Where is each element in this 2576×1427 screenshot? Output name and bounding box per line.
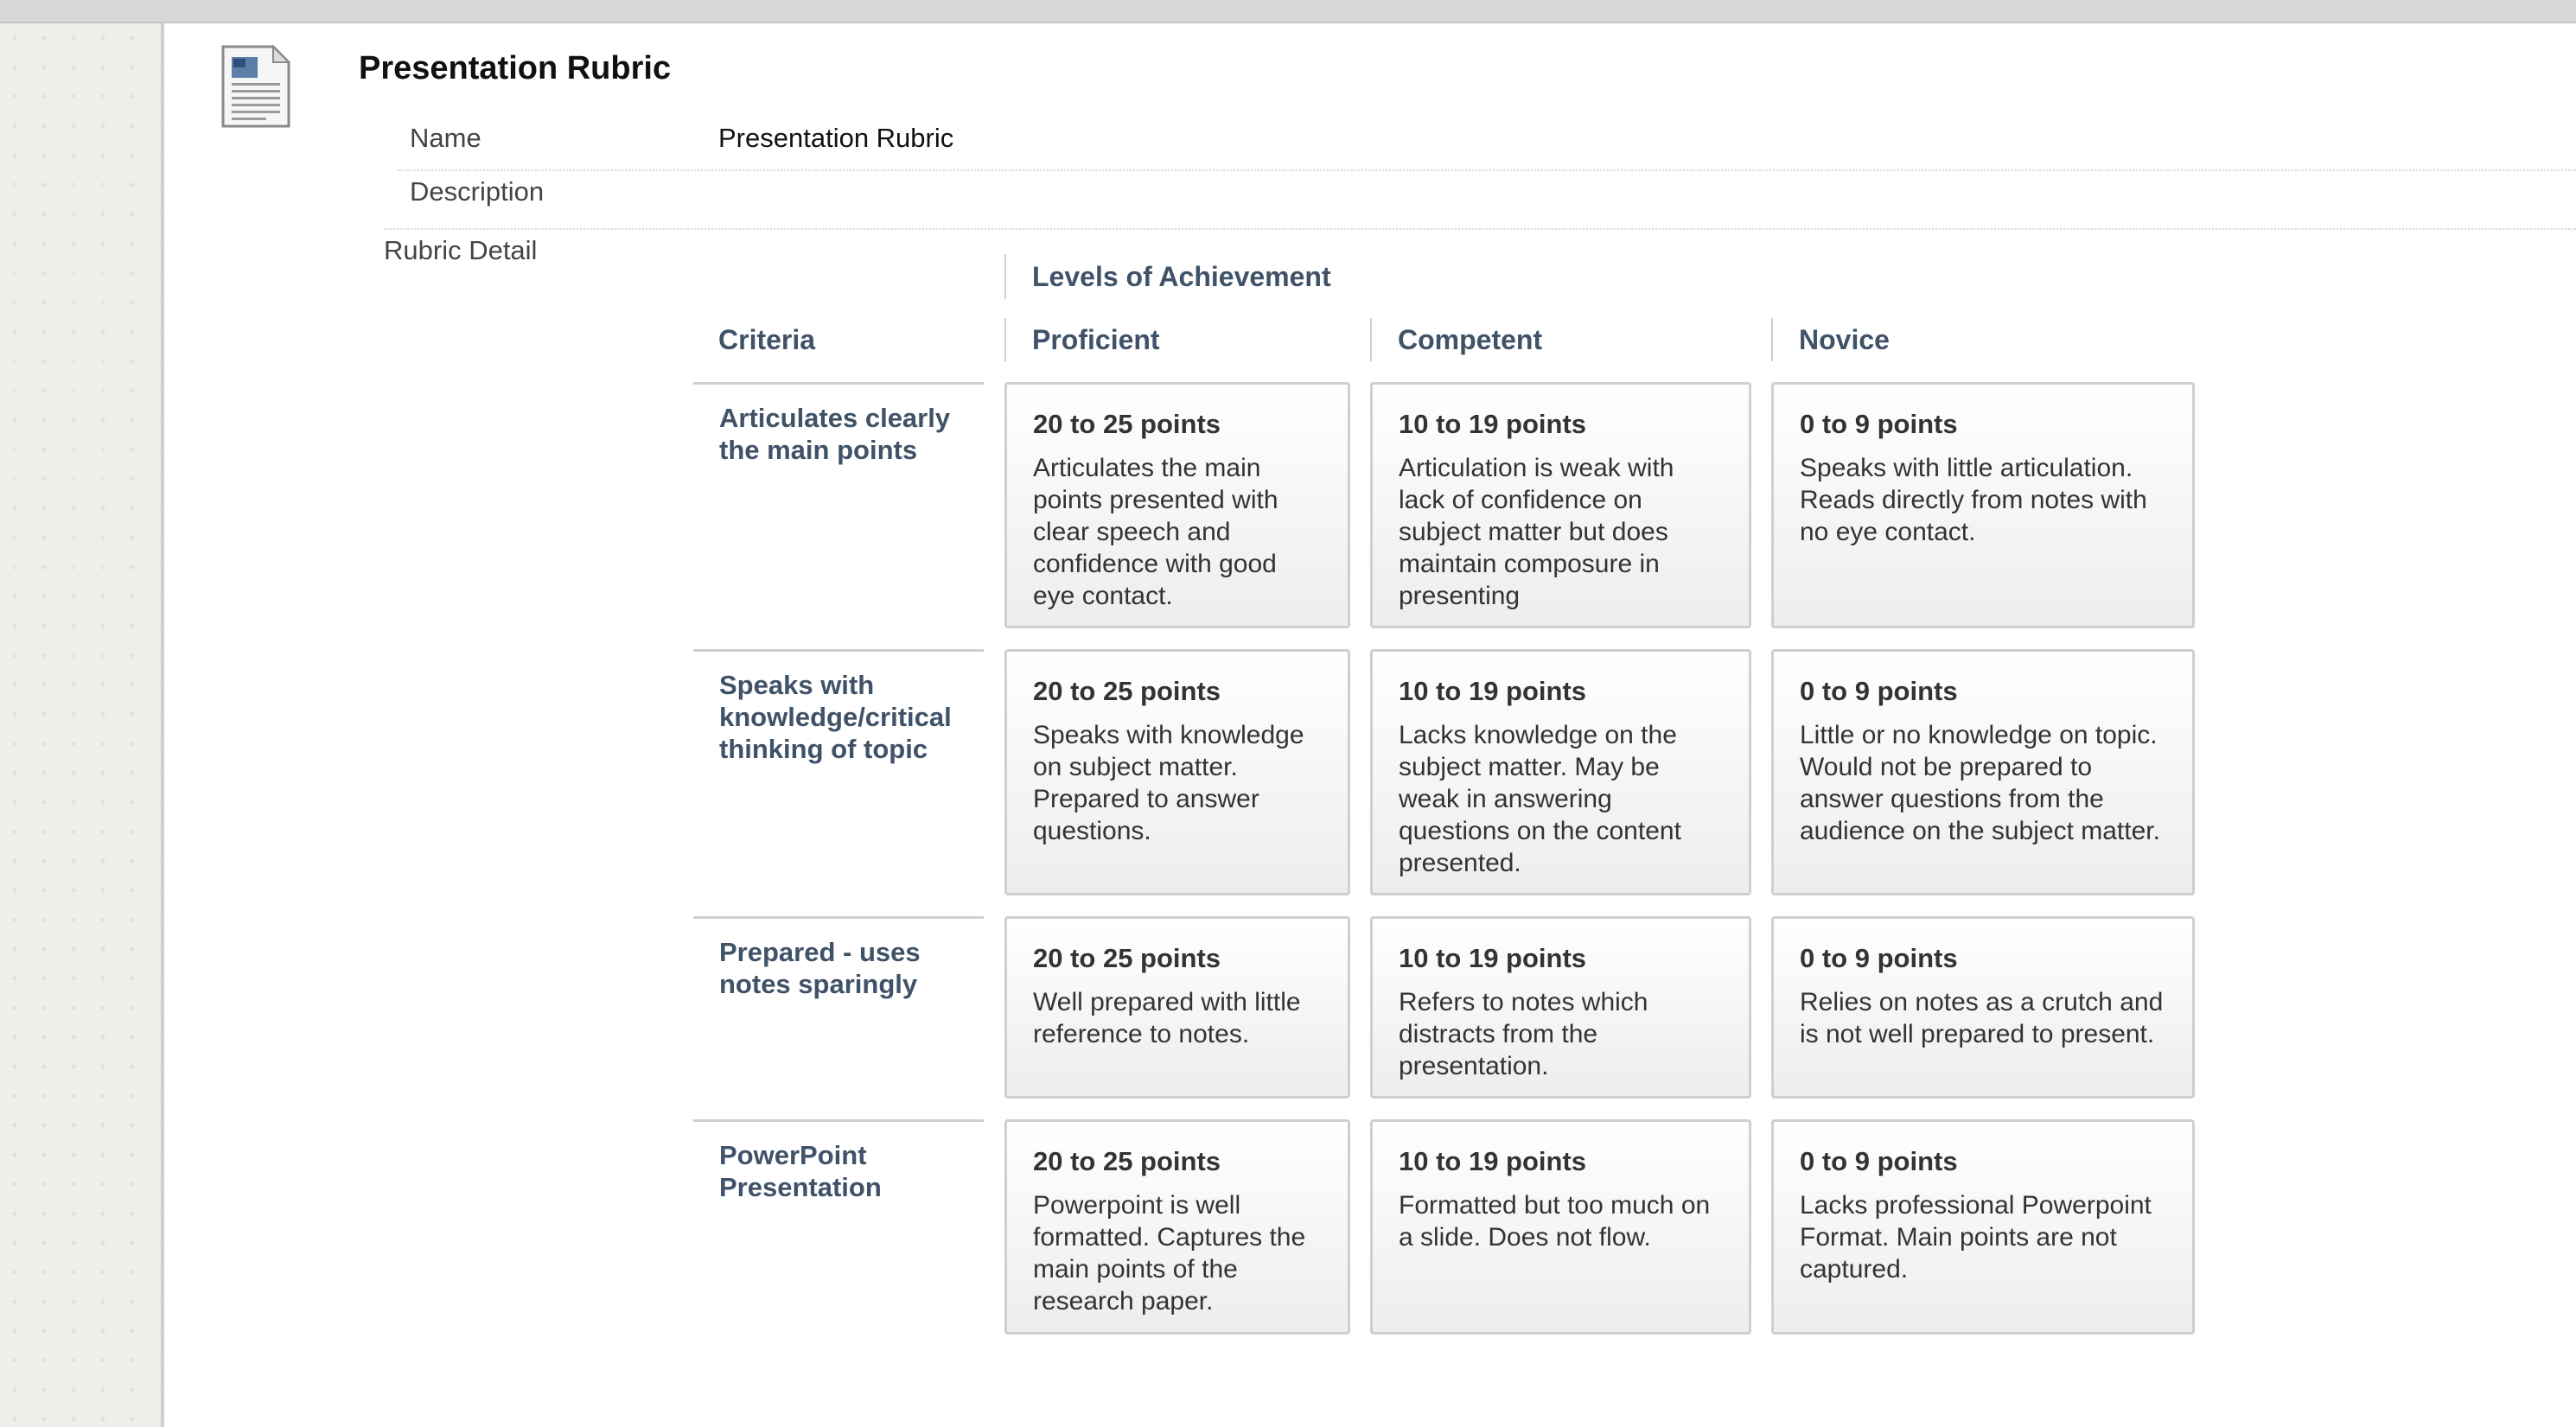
rubric-cell: 20 to 25 points Powerpoint is well forma… (1004, 1119, 1350, 1335)
rubric-cell: 0 to 9 points Speaks with little articul… (1771, 382, 2195, 628)
cell-description: Well prepared with little reference to n… (1033, 988, 1301, 1048)
criterion-articulates-clearly: Articulates clearly the main points (693, 382, 984, 627)
competent-column-header: Competent (1370, 318, 1542, 361)
criterion-prepared-uses-notes: Prepared - uses notes sparingly (693, 916, 984, 1098)
criterion-speaks-with-knowledge: Speaks with knowledge/critical thinking … (693, 649, 984, 895)
rubric-cell: 0 to 9 points Relies on notes as a crutc… (1771, 916, 2195, 1099)
cell-description: Refers to notes which distracts from the… (1399, 988, 1648, 1080)
rubric-cell: 10 to 19 points Articulation is weak wit… (1370, 382, 1751, 628)
cell-description: Speaks with knowledge on subject matter.… (1033, 721, 1304, 845)
novice-column-header: Novice (1771, 318, 1890, 361)
cell-description: Lacks knowledge on the subject matter. M… (1399, 721, 1681, 877)
rubric-cell: 10 to 19 points Refers to notes which di… (1370, 916, 1751, 1099)
description-row: Description (384, 169, 2576, 230)
left-sidebar-panel (0, 23, 164, 1427)
cell-points: 20 to 25 points (1033, 676, 1221, 706)
cell-description: Lacks professional Powerpoint Format. Ma… (1800, 1191, 2152, 1284)
cell-description: Little or no knowledge on topic. Would n… (1800, 721, 2160, 845)
cell-description: Formatted but too much on a slide. Does … (1399, 1191, 1711, 1252)
name-value: Presentation Rubric (718, 123, 954, 153)
cell-points: 20 to 25 points (1033, 409, 1221, 439)
cell-points: 10 to 19 points (1399, 676, 1587, 706)
window-top-bar (0, 0, 2576, 23)
page-title: Presentation Rubric (359, 50, 672, 86)
criteria-column-header: Criteria (718, 324, 816, 355)
rubric-cell: 20 to 25 points Speaks with knowledge on… (1004, 649, 1350, 895)
rubric-cell: 20 to 25 points Well prepared with littl… (1004, 916, 1350, 1099)
document-icon (221, 44, 291, 128)
name-label: Name (410, 123, 481, 153)
cell-points: 0 to 9 points (1800, 943, 1958, 973)
cell-description: Articulation is weak with lack of confid… (1399, 454, 1674, 610)
name-row: Name Presentation Rubric (398, 116, 2576, 171)
cell-description: Speaks with little articulation. Reads d… (1800, 454, 2147, 546)
cell-points: 10 to 19 points (1399, 409, 1587, 439)
cell-points: 20 to 25 points (1033, 943, 1221, 973)
cell-description: Powerpoint is well formatted. Captures t… (1033, 1191, 1306, 1316)
cell-points: 0 to 9 points (1800, 409, 1958, 439)
rubric-cell: 0 to 9 points Lacks professional Powerpo… (1771, 1119, 2195, 1335)
cell-points: 10 to 19 points (1399, 943, 1587, 973)
cell-description: Relies on notes as a crutch and is not w… (1800, 988, 2164, 1048)
proficient-column-header: Proficient (1004, 318, 1160, 361)
cell-description: Articulates the main points presented wi… (1033, 454, 1278, 610)
cell-points: 0 to 9 points (1800, 1146, 1958, 1176)
rubric-cell: 10 to 19 points Formatted but too much o… (1370, 1119, 1751, 1335)
levels-of-achievement-header: Levels of Achievement (1004, 254, 1331, 299)
cell-points: 20 to 25 points (1033, 1146, 1221, 1176)
cell-points: 10 to 19 points (1399, 1146, 1587, 1176)
description-label: Description (410, 176, 545, 207)
rubric-cell: 20 to 25 points Articulates the main poi… (1004, 382, 1350, 628)
rubric-cell: 0 to 9 points Little or no knowledge on … (1771, 649, 2195, 895)
cell-points: 0 to 9 points (1800, 676, 1958, 706)
criterion-powerpoint-presentation: PowerPoint Presentation (693, 1119, 984, 1334)
rubric-detail-label: Rubric Detail (384, 235, 538, 265)
rubric-cell: 10 to 19 points Lacks knowledge on the s… (1370, 649, 1751, 895)
